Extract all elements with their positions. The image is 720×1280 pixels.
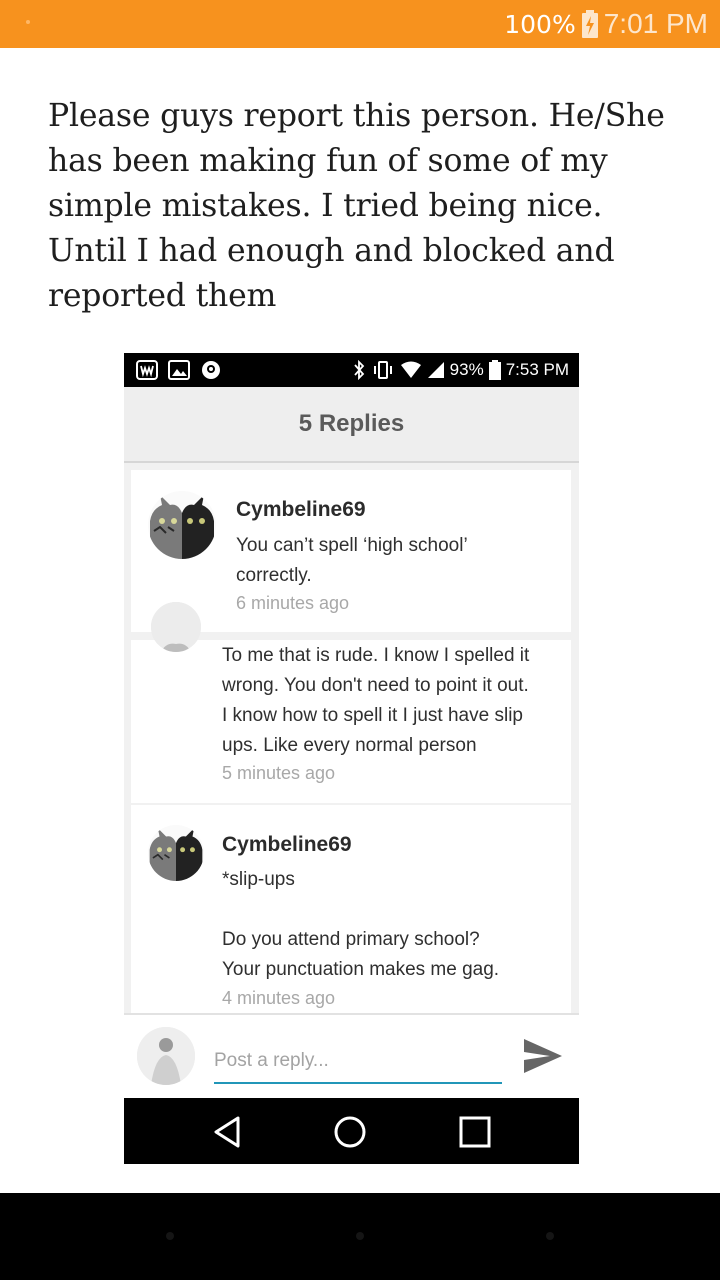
status-right: 100% 7:01 PM: [504, 0, 708, 48]
back-button[interactable]: [210, 1114, 246, 1150]
replies-header: 5 Replies: [124, 387, 579, 463]
vibrate-icon: [373, 361, 392, 379]
reply-input[interactable]: [214, 1040, 502, 1084]
signal-icon: [427, 362, 444, 378]
comment-time: 6 minutes ago: [236, 593, 350, 613]
notification-dot: [26, 20, 30, 24]
screenshot-clock: 7:53 PM: [505, 360, 569, 379]
wifi-icon: [400, 361, 421, 378]
comment-time: 4 minutes ago: [222, 988, 336, 1008]
comment-text-line: To me that is rude. I know I spelled it: [222, 645, 530, 666]
send-icon: [524, 1039, 562, 1073]
recents-button[interactable]: [457, 1114, 493, 1150]
image-icon: [168, 360, 190, 380]
comment-username[interactable]: Cymbeline69: [236, 498, 366, 522]
comment-card: Cymbeline69 *slip-ups Do you attend prim…: [131, 805, 571, 1013]
comment-text-line: *slip-ups: [222, 869, 295, 890]
comment-text-line: I know how to spell it I just have slip: [222, 705, 523, 726]
reply-bar: [124, 1013, 579, 1098]
app-notification-icon: [136, 360, 158, 380]
nav-dot: [166, 1232, 174, 1240]
home-icon: [334, 1116, 366, 1148]
back-icon: [214, 1116, 240, 1148]
nav-dot: [546, 1232, 554, 1240]
battery-percent: 100%: [504, 9, 576, 39]
send-button[interactable]: [522, 1037, 564, 1075]
clock: 7:01 PM: [603, 8, 708, 39]
embedded-screenshot: 93% 7:53 PM 5 Replies Cymbeline69 You ca…: [124, 353, 579, 1164]
post-text: Please guys report this person. He/She h…: [48, 98, 665, 314]
recents-icon: [459, 1116, 491, 1148]
comment-card: Cymbeline69 You can’t spell ‘high school…: [131, 470, 571, 632]
navigation-bar: [124, 1098, 579, 1164]
comment-text-line: Your punctuation makes me gag.: [222, 959, 500, 980]
comment-card: To me that is rude. I know I spelled it …: [131, 602, 571, 803]
replies-title: 5 Replies: [298, 410, 405, 437]
comment-text-line: You can’t spell ‘high school’: [236, 535, 468, 556]
bluetooth-icon: [353, 360, 364, 380]
comment-text-line: wrong. You don't need to point it out.: [222, 675, 529, 696]
cat-avatar[interactable]: [148, 491, 216, 559]
screenshot-status-bar: 93% 7:53 PM: [124, 353, 579, 387]
comment-text-line: correctly.: [236, 565, 312, 586]
user-avatar[interactable]: [151, 602, 201, 652]
comment-time: 5 minutes ago: [222, 763, 336, 783]
messenger-icon: [202, 361, 220, 379]
home-button[interactable]: [332, 1114, 368, 1150]
screenshot-battery-percent: 93%: [449, 360, 484, 379]
my-avatar: [137, 1027, 195, 1085]
nav-dot: [356, 1232, 364, 1240]
comment-username[interactable]: Cymbeline69: [222, 833, 352, 857]
status-bar: 100% 7:01 PM: [0, 0, 720, 48]
screenshot-battery-icon: [488, 360, 501, 380]
cat-avatar[interactable]: [148, 825, 204, 881]
battery-charging-icon: [581, 10, 598, 38]
comment-text-line: ups. Like every normal person: [222, 735, 477, 756]
comment-text-line: Do you attend primary school?: [222, 929, 480, 950]
